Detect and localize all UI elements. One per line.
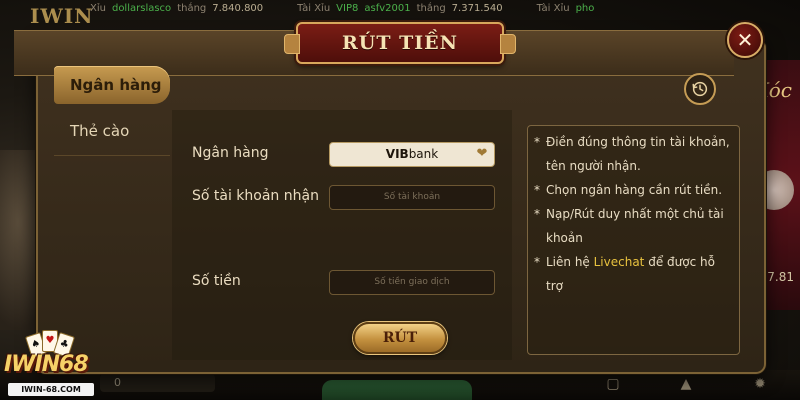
amount-input[interactable]: Số tiền giao dịch [329,270,495,295]
tab-divider [54,155,170,156]
note-item: Điền đúng thông tin tài khoản, tên người… [534,130,731,178]
ticker-amount: 7.840.800 [212,2,264,14]
history-icon [692,81,708,97]
note-text: Liên hệ [546,255,594,269]
tab-card[interactable]: Thẻ cào [54,112,170,150]
ticker-user: pho [575,2,595,14]
ticker-amount: 7.371.540 [451,2,503,14]
dropdown-heart-icon: ❤ [476,146,488,161]
account-number-input[interactable]: Số tài khoản [329,185,495,210]
bell-icon[interactable]: ▲ [678,376,694,392]
game-logo: IWIN [30,4,94,28]
winners-ticker: Xỉu dollarslasco thắng 7.840.800 Tài Xỉu… [90,0,594,16]
ticker-verb: thắng [177,2,207,14]
ticker-prefix: Tài Xỉu [297,2,331,14]
bank-select-value-main: VIB [385,147,409,161]
modal-title-plate: RÚT TIỀN [284,22,516,64]
note-item: Liên hệ Livechat để được hỗ trợ [534,250,731,298]
withdraw-submit-label: RÚT [382,330,418,346]
note-item: Nạp/Rút duy nhất một chủ tài khoản [534,202,731,250]
menu-icon[interactable]: ▢ [605,376,621,392]
note-item: Chọn ngân hàng cần rút tiền. [534,178,731,202]
tab-card-label: Thẻ cào [70,122,130,140]
bottom-center-button[interactable] [322,380,472,400]
withdraw-submit-button[interactable]: RÚT [353,322,447,354]
brand-url: IWIN-68.COM [8,383,94,396]
modal-title: RÚT TIỀN [342,32,458,54]
ticker-prefix: Tài Xỉu [536,2,570,14]
livechat-link[interactable]: Livechat [594,255,645,269]
ticker-verb: thắng [416,2,446,14]
tab-bank-label: Ngân hàng [70,76,162,94]
brand-name: IWIN68 [4,352,89,377]
tab-bank[interactable]: Ngân hàng [54,66,170,104]
history-button[interactable] [684,73,716,105]
close-icon: ✕ [736,28,754,52]
account-label: Số tài khoản nhận [192,188,319,204]
amount-label: Số tiền [192,273,241,289]
ticker-user: dollarslasco [111,2,172,14]
bank-select-value-suffix: bank [408,147,439,161]
notes-panel: Điền đúng thông tin tài khoản, tên người… [527,125,740,355]
close-button[interactable]: ✕ [727,22,763,58]
ticker-prefix: Xỉu [90,2,106,14]
bank-label: Ngân hàng [192,145,269,161]
ticker-tag: VIP8 [336,2,359,14]
gear-icon[interactable]: ✹ [752,376,768,392]
brand-logo: ♠ ♥ ♣ IWIN68 IWIN-68.COM [0,330,100,400]
ticker-user: asfv2001 [364,2,411,14]
balance-display: 0 [100,374,215,392]
bank-select[interactable]: VIB bank ❤ [329,142,495,167]
